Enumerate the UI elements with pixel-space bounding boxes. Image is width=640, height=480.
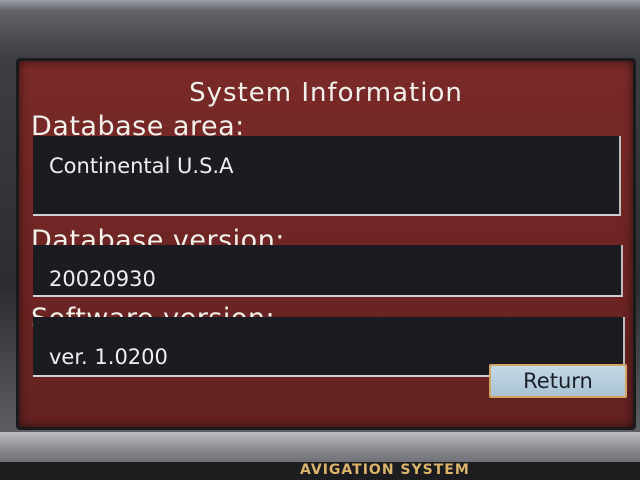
database-version-field: 20020930 xyxy=(33,245,623,297)
brand-text: AVIGATION SYSTEM xyxy=(300,462,470,478)
database-version-value: 20020930 xyxy=(49,267,156,291)
database-area-field: Continental U.S.A xyxy=(33,136,621,216)
return-button[interactable]: Return xyxy=(489,364,627,398)
navigation-screen: System Information Database area: Contin… xyxy=(16,58,636,430)
bezel-top-strip xyxy=(0,0,640,12)
page-title: System Information xyxy=(189,78,463,108)
database-area-value: Continental U.S.A xyxy=(49,154,234,178)
software-version-value: ver. 1.0200 xyxy=(49,345,168,369)
